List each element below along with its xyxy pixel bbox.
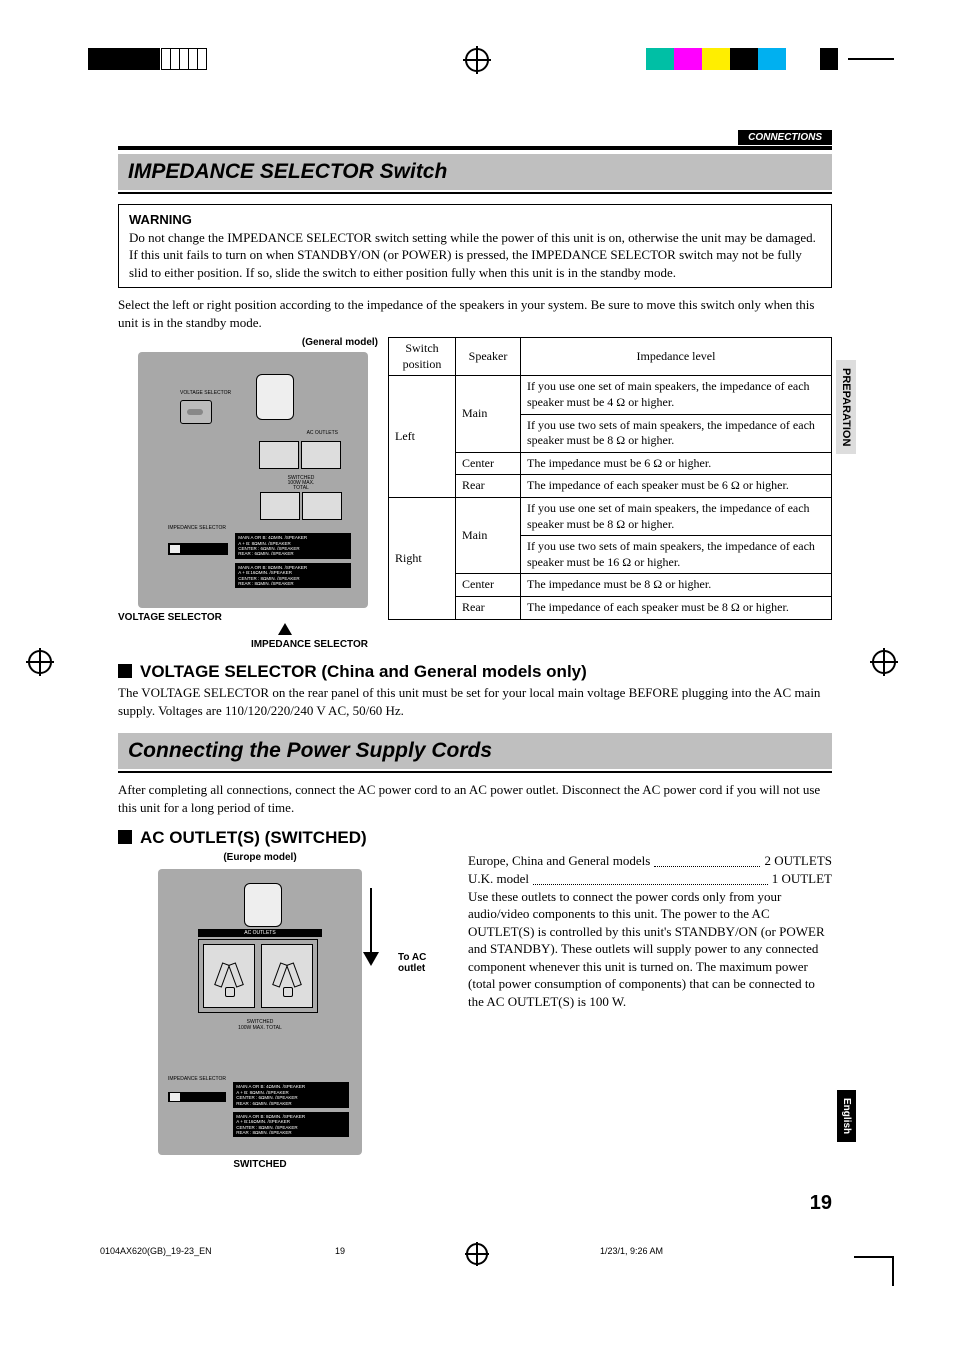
voltage-selector-text: The VOLTAGE SELECTOR on the rear panel o… <box>118 684 832 719</box>
warning-text: Do not change the IMPEDANCE SELECTOR swi… <box>129 229 821 247</box>
figure-rear-panel-general: (General model) VOLTAGE SELECTOR AC OUTL… <box>118 337 378 650</box>
section-title-power-cords: Connecting the Power Supply Cords <box>118 733 832 769</box>
crosshair-icon <box>465 48 489 72</box>
warning-box: WARNING Do not change the IMPEDANCE SELE… <box>118 204 832 288</box>
side-tab-preparation: PREPARATION <box>836 360 856 454</box>
switched-label: SWITCHED <box>158 1159 362 1170</box>
sub-heading-voltage-selector: VOLTAGE SELECTOR (China and General mode… <box>118 662 832 682</box>
crosshair-icon <box>28 650 52 674</box>
ac-outlets-text: Europe, China and General models 2 OUTLE… <box>468 852 832 1170</box>
print-registration-top <box>0 48 954 78</box>
arrow-down-icon <box>363 952 379 966</box>
crosshair-icon <box>466 1243 488 1265</box>
sub-heading-ac-outlets: AC OUTLET(S) (SWITCHED) <box>118 828 832 848</box>
to-ac-label: To AC outlet <box>398 952 438 974</box>
impedance-table: Switch position Speaker Impedance level … <box>388 337 832 650</box>
section-title-impedance: IMPEDANCE SELECTOR Switch <box>118 154 832 190</box>
warning-text: If this unit fails to turn on when STAND… <box>129 246 821 281</box>
intro-text: Select the left or right position accord… <box>118 296 832 331</box>
arrow-up-icon <box>278 623 292 635</box>
running-head: CONNECTIONS <box>738 130 832 145</box>
figure-rear-panel-europe: (Europe model) AC OUTLETS SWITCHED 100W … <box>118 852 438 1170</box>
warning-heading: WARNING <box>129 211 821 229</box>
crosshair-icon <box>872 650 896 674</box>
page-number: 19 <box>810 1192 832 1215</box>
power-cords-intro: After completing all connections, connec… <box>118 781 832 816</box>
side-tab-language: English <box>837 1090 856 1142</box>
